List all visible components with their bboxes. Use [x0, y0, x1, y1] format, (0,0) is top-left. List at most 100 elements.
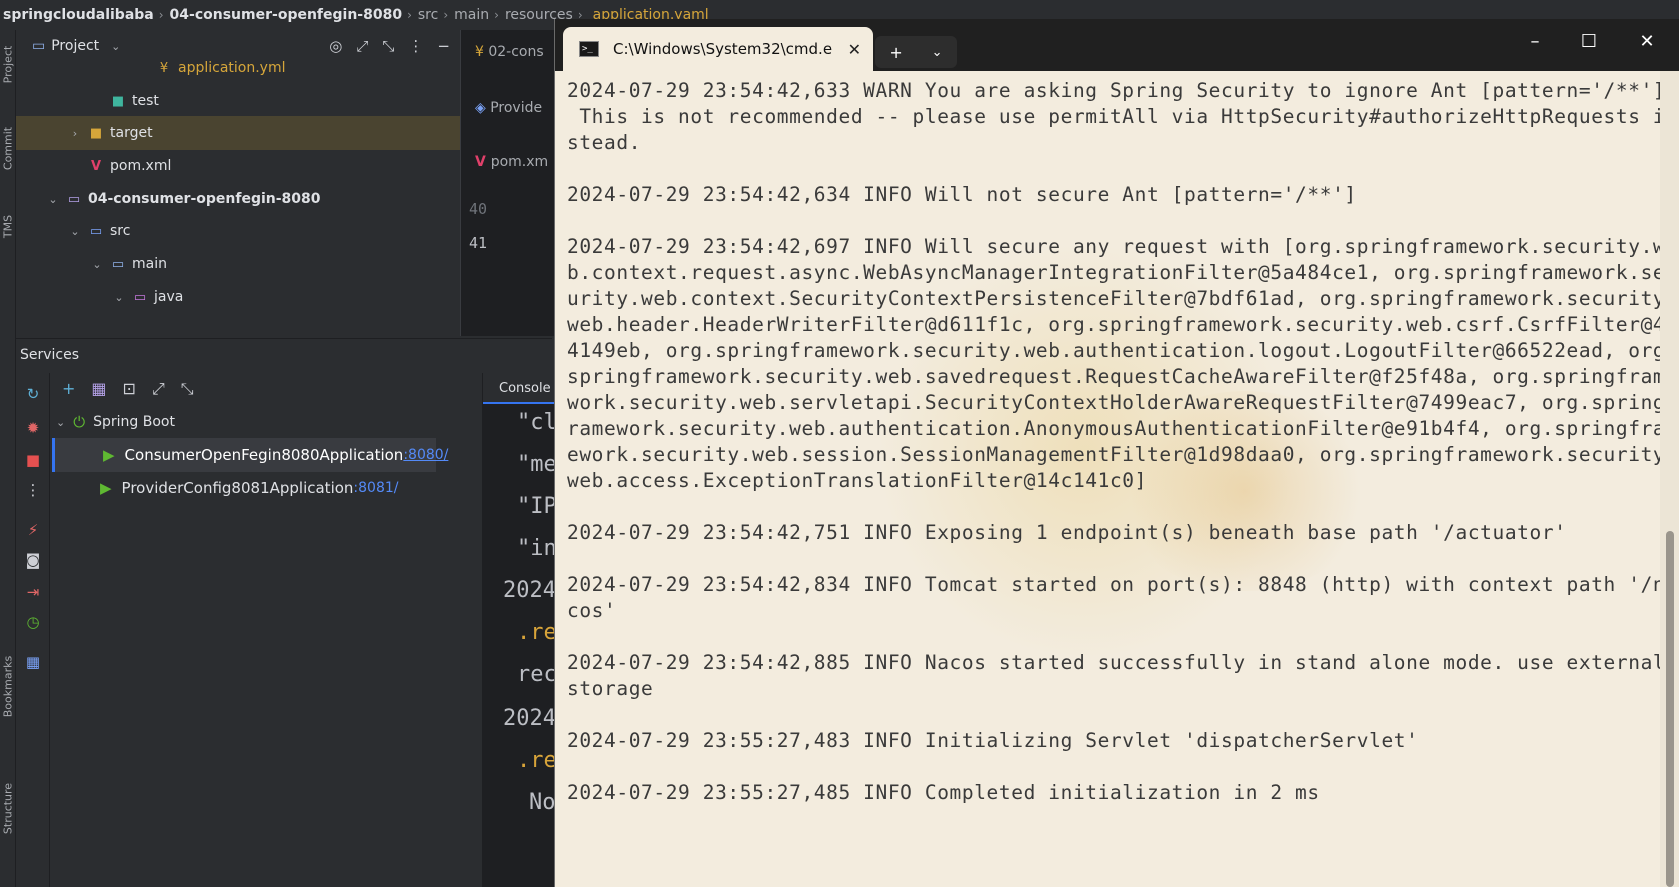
chevron-right-icon[interactable]: ›	[68, 127, 82, 140]
breadcrumb-module[interactable]: 04-consumer-openfegin-8080	[170, 7, 403, 23]
log-line: 2024-07-29 23:54:42,634 INFO Will not se…	[567, 183, 1357, 206]
log-line: springframework.security.web.savedreques…	[567, 365, 1678, 388]
module-icon: ▭	[67, 191, 81, 207]
yaml-file-icon: ¥	[159, 60, 169, 76]
chevron-right-icon: ›	[407, 8, 412, 22]
collapse-all-icon[interactable]: ⤡	[181, 379, 194, 399]
minimize-window-icon[interactable]: –	[1523, 31, 1547, 52]
editor-area: ¥ 02-cons ◈ Provide V pom.xm 40 41	[460, 30, 560, 336]
maven-icon: V	[475, 154, 491, 170]
log-line: web.header.HeaderWriterFilter@d611f1c, o…	[567, 313, 1678, 336]
chevron-down-icon[interactable]: ⌄	[56, 416, 65, 429]
maximize-window-icon[interactable]: ☐	[1577, 31, 1601, 52]
new-window-icon[interactable]: ⊡	[123, 379, 136, 399]
editor-tab-label: 02-cons	[488, 44, 544, 60]
cmd-tab[interactable]: >_ C:\Windows\System32\cmd.e ✕	[563, 27, 873, 71]
stop-icon[interactable]: ■	[24, 451, 42, 469]
service-provider[interactable]: ▶ ProviderConfig8081Application :8081/	[55, 471, 436, 505]
log-line: storage	[567, 677, 654, 700]
tree-item-label: target	[110, 125, 153, 141]
tree-item-target[interactable]: › ■ target	[16, 116, 460, 150]
tree-item-application-yml[interactable]: ¥ application.yml	[16, 51, 460, 85]
clock-icon[interactable]: ◷	[24, 613, 42, 631]
tree-item-src[interactable]: ⌄ ▭ src	[16, 214, 460, 248]
tool-window-commit[interactable]: Commit	[2, 117, 15, 181]
log-line: This is not recommended -- please use pe…	[567, 105, 1678, 128]
cmd-titlebar: >_ C:\Windows\System32\cmd.e ✕ + ⌄ – ☐ ✕	[555, 19, 1679, 71]
power-icon: ⏻	[73, 413, 86, 431]
chevron-down-icon[interactable]: ⌄	[932, 45, 943, 60]
chevron-right-icon: ›	[494, 8, 499, 22]
tool-window-bookmarks[interactable]: Bookmarks	[2, 655, 15, 719]
spring-boot-group[interactable]: ⌄ ⏻ Spring Boot	[56, 405, 436, 439]
tree-item-label: test	[132, 93, 159, 109]
console-line: .re	[517, 620, 557, 645]
chevron-down-icon[interactable]: ⌄	[90, 258, 104, 271]
service-name: ProviderConfig8081Application	[121, 479, 354, 497]
close-window-icon[interactable]: ✕	[1635, 31, 1659, 52]
editor-tab-2[interactable]: ◈ Provide	[475, 100, 542, 116]
chevron-down-icon[interactable]: ⌄	[46, 193, 60, 206]
maven-icon: V	[90, 158, 102, 174]
tree-item-label: 04-consumer-openfegin-8080	[88, 191, 321, 207]
cmd-window: >_ C:\Windows\System32\cmd.e ✕ + ⌄ – ☐ ✕…	[554, 19, 1679, 887]
refresh-icon[interactable]: ↻	[24, 385, 42, 403]
breadcrumb-main[interactable]: main	[454, 7, 489, 23]
group-label: Spring Boot	[93, 414, 175, 430]
new-tab-icon[interactable]: +	[889, 43, 902, 62]
log-line: work.security.web.servletapi.SecurityCon…	[567, 391, 1678, 414]
console-line: .re	[517, 748, 557, 773]
debug-icon[interactable]: ✹	[24, 419, 42, 437]
service-port-link[interactable]: :8081/	[353, 480, 398, 496]
tree-item-test[interactable]: ■ test	[16, 84, 460, 118]
editor-tab-1[interactable]: ¥ 02-cons	[475, 44, 544, 60]
tree-item-pom[interactable]: V pom.xml	[16, 149, 460, 183]
chevron-down-icon[interactable]: ⌄	[112, 291, 126, 304]
line-number: 40	[469, 200, 488, 218]
breadcrumb-src[interactable]: src	[418, 7, 438, 23]
console-line: "cl	[517, 410, 557, 435]
folder-icon: ▭	[111, 256, 125, 272]
tree-item-module[interactable]: ⌄ ▭ 04-consumer-openfegin-8080	[16, 182, 460, 216]
cmd-scrollbar-thumb[interactable]	[1666, 531, 1674, 887]
layout-icon[interactable]: ▦	[24, 653, 42, 671]
service-port-link[interactable]: :8080/	[403, 447, 448, 463]
console-line: "me	[517, 452, 557, 477]
tree-item-main[interactable]: ⌄ ▭ main	[16, 247, 460, 281]
breadcrumb-root[interactable]: springcloudalibaba	[0, 7, 154, 23]
console-tab[interactable]: Console	[483, 372, 563, 404]
add-icon[interactable]: +	[62, 379, 75, 399]
console-line: rec	[517, 662, 557, 687]
tool-window-tms[interactable]: TMS	[2, 195, 15, 259]
console-panel: Console "cl "me "IP "in 2024 .re rec 202…	[483, 372, 563, 887]
folder-icon: ■	[111, 93, 125, 109]
camera-icon[interactable]: ◙	[24, 551, 42, 569]
more-icon[interactable]: ⋮	[24, 481, 42, 499]
folder-icon: ■	[89, 125, 103, 141]
tool-window-structure[interactable]: Structure	[2, 777, 15, 841]
log-line: 2024-07-29 23:54:42,633 WARN You are ask…	[567, 79, 1678, 102]
expand-all-icon[interactable]: ⤢	[152, 379, 165, 399]
folder-icon: ▭	[89, 223, 103, 239]
tree-item-label: main	[132, 256, 167, 272]
cmd-output[interactable]: 2024-07-29 23:54:42,633 WARN You are ask…	[555, 71, 1677, 887]
editor-tab-label: pom.xm	[490, 154, 549, 170]
chevron-right-icon: ›	[158, 8, 164, 22]
log-line: 2024-07-29 23:54:42,751 INFO Exposing 1 …	[567, 521, 1567, 544]
service-consumer[interactable]: ▶ ConsumerOpenFegin8080Application :8080…	[52, 438, 448, 472]
tree-item-java[interactable]: ⌄ ▭ java	[16, 280, 460, 314]
group-icon[interactable]: ▦	[91, 379, 106, 399]
exit-icon[interactable]: ⇥	[24, 583, 42, 601]
line-number: 41	[469, 234, 488, 252]
console-line: 2024	[503, 706, 556, 731]
class-icon: ◈	[475, 100, 491, 116]
editor-tab-3[interactable]: V pom.xm	[475, 154, 548, 170]
plug-icon[interactable]: ⚡	[24, 521, 42, 539]
log-line: 2024-07-29 23:55:27,485 INFO Completed i…	[567, 781, 1320, 804]
log-line: stead.	[567, 131, 642, 154]
cmd-scrollbar[interactable]	[1660, 71, 1679, 887]
close-tab-icon[interactable]: ✕	[848, 40, 861, 59]
log-line: b.context.request.async.WebAsyncManagerI…	[567, 261, 1678, 284]
tool-window-project[interactable]: Project	[2, 33, 15, 97]
chevron-down-icon[interactable]: ⌄	[68, 225, 82, 238]
